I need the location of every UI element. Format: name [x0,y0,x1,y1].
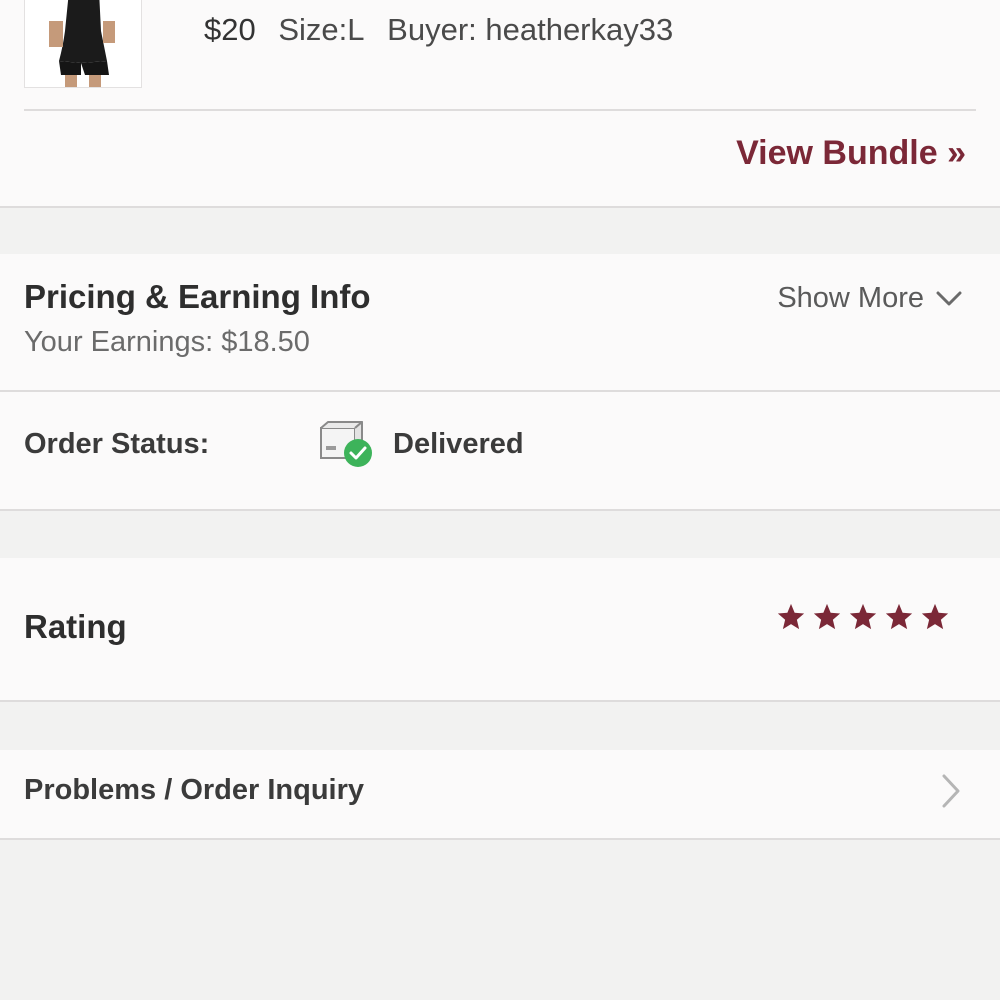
rating-section: Rating [0,558,1000,700]
listing-price: $20 [204,12,256,47]
earnings-value: Your Earnings: $18.50 [24,326,310,358]
order-status-label: Order Status: [24,428,210,460]
chevron-right-icon [942,774,960,808]
order-status-section: Order Status: Delivered [0,392,1000,510]
star-icon [921,603,949,630]
order-status-value: Delivered [393,428,524,460]
view-bundle-link[interactable]: View Bundle » [736,134,966,173]
star-rating [776,602,950,632]
pricing-title: Pricing & Earning Info [24,278,371,315]
divider [0,838,1000,840]
order-inquiry-row[interactable]: Problems / Order Inquiry [0,750,1000,838]
listing-buyer[interactable]: Buyer: heatherkay33 [387,12,673,47]
star-icon [777,603,805,630]
pricing-section: Pricing & Earning Info Your Earnings: $1… [0,254,1000,390]
chevron-down-icon [936,291,962,305]
order-inquiry-label: Problems / Order Inquiry [24,774,365,806]
star-icon [849,603,877,630]
listing-thumbnail[interactable] [24,0,142,88]
divider [24,109,976,111]
listing-meta: $20 Size:L Buyer: heatherkay33 [204,10,687,50]
show-more-button[interactable]: Show More [777,282,962,315]
star-icon [885,603,913,630]
star-icon [813,603,841,630]
show-more-label: Show More [777,282,924,314]
divider [0,700,1000,702]
listing-item-card: $20 Size:L Buyer: heatherkay33 View Bund… [0,0,1000,206]
listing-size: Size:L [278,12,365,47]
divider [0,509,1000,511]
rating-label: Rating [24,608,127,645]
divider [0,206,1000,208]
package-delivered-icon [320,421,372,467]
